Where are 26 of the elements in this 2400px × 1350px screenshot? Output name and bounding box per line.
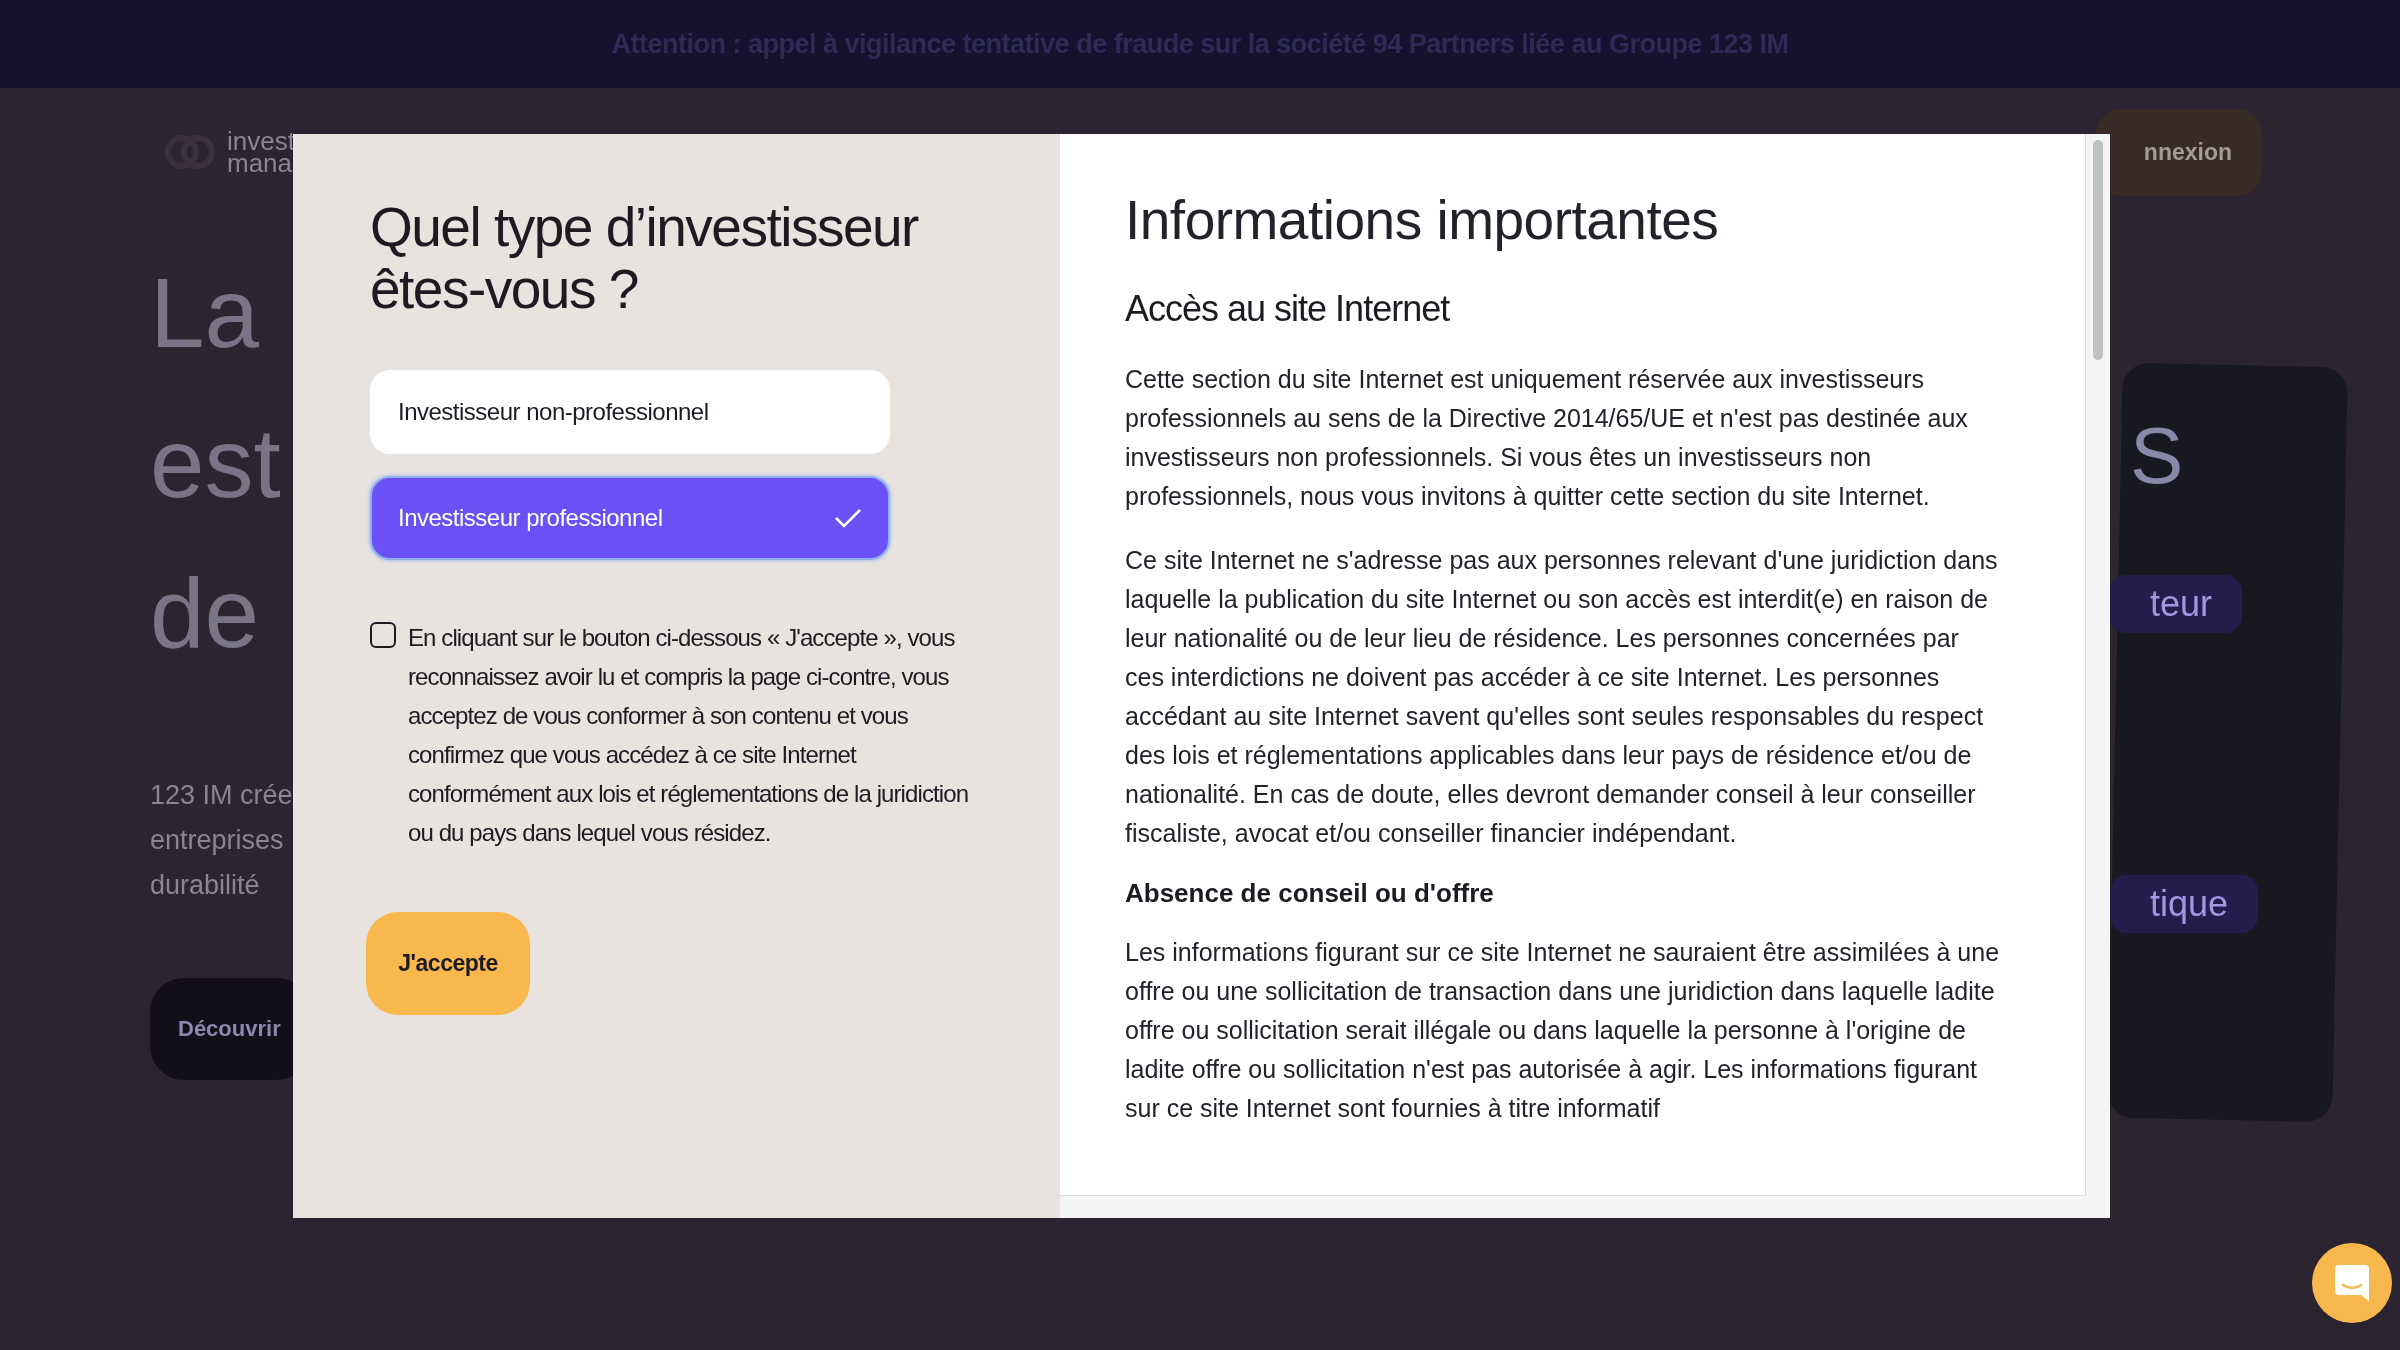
intro-text: entreprises [150, 824, 284, 857]
section-heading: Absence de conseil ou d'offre [1125, 878, 1495, 909]
consent-text: En cliquant sur le bouton ci-dessous « J'accepte », vous reconnaissez avoir lu et compris la page ci-contre, vous acceptez de vous conformer à son contenu et vous confirmez que vous accédez à ce site Internet conformément aux lois et réglementations de la juridiction ou du pays dans lequel vous résidez. [408, 623, 970, 848]
check-icon [834, 507, 862, 529]
paragraph: Ce site Internet ne s'adresse pas aux personnes relevant d'une juridiction dans laquelle la publication du site Internet ou son accès est interdit(e) en raison de leur nationalité ou de leur lieu de résidence. Les personnes concernées par ces interdictions ne doivent pas accéder à ce site Internet. Les personnes accédant au site Internet savent qu'elles sont seules responsables du respect des lois et réglementations applicables dans leur pays de résidence et/ou de nationalité. En cas de doute, elles devront demander conseil à leur conseiller fiscaliste, avocat et/ou conseiller financier indépendant. [1125, 545, 1999, 849]
intro-text: 123 IM crée [150, 779, 293, 812]
hero-heading: de [150, 557, 259, 670]
card-heading: S [2130, 410, 2184, 502]
investor-option[interactable]: Investisseur professionnel [370, 476, 890, 560]
paragraph: Cette section du site Internet est uniquement réservée aux investisseurs professionnels au sens de la Directive 2014/65/UE et n'est pas destinée aux investisseurs non professionnels. Si vous êtes un investisseurs non professionnels, nous vous invitons à quitter cette section du site Internet. [1125, 364, 1969, 512]
login-button[interactable]: nnexion [2095, 108, 2262, 196]
hero-heading: La [150, 257, 259, 370]
investor-option[interactable]: Investisseur non-professionnel [370, 370, 890, 454]
paragraph: Les informations figurant sur ce site Internet ne sauraient être assimilées à une offre ou une sollicitation de transaction dans une juridiction dans laquelle ladite offre ou sollicitation serait illégale ou dans laquelle la personne à l'origine de ladite offre ou sollicitation n'est pas autorisée à agir. Les informations figurant sur ce site Internet sont fournies à titre informatif [1125, 937, 2000, 1124]
accept-button[interactable]: J'accepte [366, 912, 530, 1015]
tag: teur [2110, 575, 2243, 633]
logo-text: mana [227, 152, 293, 174]
chat-icon [2333, 1263, 2371, 1303]
tag: tique [2110, 875, 2259, 933]
logo-text: invest [227, 130, 295, 152]
hero-heading: est [150, 407, 281, 520]
intro-text: durabilité [150, 869, 260, 902]
section-heading: Accès au site Internet [1125, 288, 1451, 330]
info-title: Informations importantes [1125, 188, 1720, 252]
consent-checkbox[interactable] [370, 622, 396, 648]
modal-title: Quel type d’investisseur êtes-vous ? [370, 196, 920, 320]
